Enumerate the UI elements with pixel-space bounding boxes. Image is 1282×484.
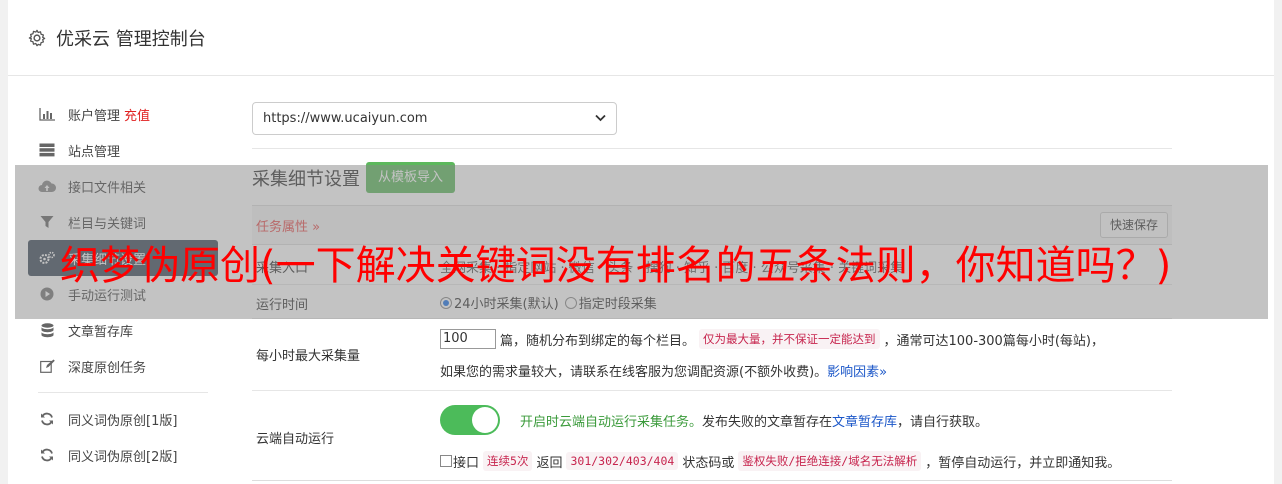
article-store-link[interactable]: 文章暂存库 [832,415,897,430]
influence-factors-link[interactable]: 影响因素» [827,365,887,380]
pause-rule-line: 接口 连续5次 返回 301/302/403/404 状态码或 鉴权失败/拒绝连… [440,451,1120,471]
sidebar-divider [38,392,208,393]
scrollbar[interactable] [1274,0,1282,484]
sidebar-item-sites[interactable]: 站点管理 [28,132,218,168]
sidebar-item-synonym-v1[interactable]: 同义词伪原创[1版] [28,401,218,437]
auto-run-desc-tail: ，请自行获取。 [897,415,989,430]
max-per-hour-input[interactable]: 100 [440,329,496,349]
overlay-band [15,165,1268,319]
max-per-hour-text2: ，通常可达100-300篇每小时(每站)， [883,333,1104,349]
pause-text-3: ，暂停自动运行，并立即通知我。 [925,455,1121,471]
sidebar-item-deep-original[interactable]: 深度原创任务 [28,348,218,384]
divider [252,148,1172,149]
sidebar-item-synonym-v2[interactable]: 同义词伪原创[2版] [28,437,218,473]
auto-run-desc-text: 发布失败的文章暂存在 [702,415,833,430]
site-select-value: https://www.ucaiyun.com [263,111,428,126]
page-title: 优采云 管理控制台 [56,28,206,50]
site-select[interactable]: https://www.ucaiyun.com [252,102,617,135]
refresh-icon [38,412,56,426]
auto-run-label: 云端自动运行 [256,432,335,447]
server-icon [38,143,56,157]
edit-icon [38,359,56,373]
auto-run-description: 开启时云端自动运行采集任务。发布失败的文章暂存在文章暂存库，请自行获取。 [520,411,988,430]
max-per-hour-hint-text: 如果您的需求量较大，请联系在线客服为您调配资源(不额外收费)。 [440,365,828,380]
sidebar-item-label: 同义词伪原创[2版] [68,449,178,465]
pause-code-3: 鉴权失败/拒绝连接/域名无法解析 [738,451,922,471]
max-per-hour-row: 每小时最大采集量 100 篇，随机分布到绑定的每个栏目。 仅为最大量，并不保证一… [252,319,1172,391]
pause-code-2: 301/302/403/404 [566,452,679,470]
refresh-icon [38,448,56,462]
gear-icon [28,29,46,46]
sidebar-item-account[interactable]: 账户管理 充值 [28,96,218,132]
max-per-hour-text: 篇，随机分布到绑定的每个栏目。 [500,333,696,349]
pause-checkbox-label: 接口 [453,455,480,471]
sidebar-item-label: 文章暂存库 [68,324,134,340]
auto-run-row: 云端自动运行 开启时云端自动运行采集任务。发布失败的文章暂存在文章暂存库，请自行… [252,391,1172,481]
pause-checkbox[interactable] [440,455,452,467]
auto-run-desc-green: 开启时云端自动运行采集任务。 [520,415,703,430]
chevron-down-icon [595,112,606,125]
overlay-headline: 织梦伪原创(一下解决关键词没有排名的五条法则，你知道吗？) [60,243,1172,289]
max-per-hour-hint: 如果您的需求量较大，请联系在线客服为您调配资源(不额外收费)。影响因素» [440,361,887,380]
auto-run-toggle[interactable] [440,405,500,435]
recharge-link[interactable]: 充值 [124,105,150,124]
bar-chart-icon [38,107,56,121]
sidebar-item-label: 同义词伪原创[1版] [68,413,178,429]
main-content: https://www.ucaiyun.com 采集细节设置 从模板导入 任务属… [252,102,1172,481]
max-per-hour-line: 100 篇，随机分布到绑定的每个栏目。 仅为最大量，并不保证一定能达到 ，通常可… [440,329,1104,349]
database-icon [38,322,56,337]
sidebar-item-label: 站点管理 [68,144,121,160]
pause-code-1: 连续5次 [483,451,533,471]
max-per-hour-label: 每小时最大采集量 [256,349,361,364]
sidebar-item-label: 账户管理 [68,108,121,124]
pause-text-2: 状态码或 [682,455,735,471]
pause-text-1: 返回 [536,455,563,471]
max-note-code: 仅为最大量，并不保证一定能达到 [699,329,880,349]
sidebar-item-label: 深度原创任务 [68,360,147,376]
top-bar: 优采云 管理控制台 [8,0,1274,76]
